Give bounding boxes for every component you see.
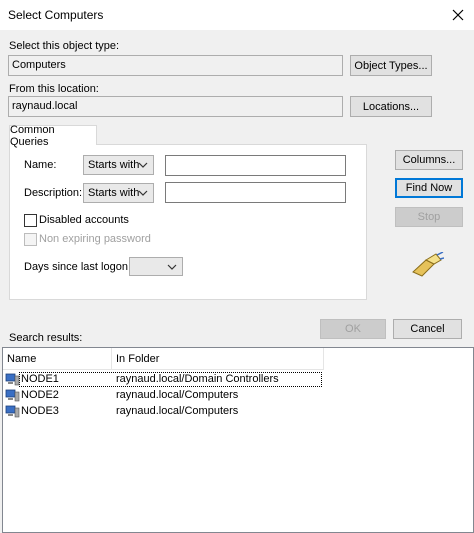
table-row[interactable]: NODE1 raynaud.local/Domain Controllers xyxy=(3,372,323,388)
computer-icon xyxy=(5,373,20,386)
days-since-logon-label: Days since last logon: xyxy=(24,261,131,273)
disabled-accounts-label: Disabled accounts xyxy=(39,214,129,226)
days-since-logon-select[interactable] xyxy=(129,257,183,276)
name-mode-select[interactable]: Starts with xyxy=(83,155,154,175)
description-mode-select[interactable]: Starts with xyxy=(83,183,154,203)
description-input[interactable] xyxy=(165,182,346,203)
object-types-button[interactable]: Object Types... xyxy=(350,55,432,76)
tab-common-queries[interactable]: Common Queries xyxy=(9,123,97,148)
tab-common-queries-label: Common Queries xyxy=(10,123,55,148)
columns-button[interactable]: Columns... xyxy=(395,150,463,170)
row-folder: raynaud.local/Computers xyxy=(116,405,239,417)
close-icon xyxy=(452,9,464,21)
disabled-accounts-checkbox[interactable] xyxy=(24,214,37,227)
column-header-in-folder[interactable]: In Folder xyxy=(112,348,324,370)
chevron-down-icon xyxy=(138,162,148,168)
row-name: NODE3 xyxy=(21,405,59,417)
find-now-button[interactable]: Find Now xyxy=(395,178,463,198)
computer-icon xyxy=(5,389,20,402)
locations-button[interactable]: Locations... xyxy=(350,96,432,117)
computer-icon xyxy=(5,405,20,418)
description-label: Description: xyxy=(24,187,83,199)
stop-button[interactable]: Stop xyxy=(395,207,463,227)
location-field: raynaud.local xyxy=(8,96,343,117)
cancel-button[interactable]: Cancel xyxy=(393,319,462,339)
common-queries-panel: Name: Starts with Description: Starts wi… xyxy=(9,144,367,300)
name-mode-value: Starts with xyxy=(88,159,140,171)
row-folder: raynaud.local/Domain Controllers xyxy=(116,373,279,385)
description-mode-value: Starts with xyxy=(88,187,140,199)
select-computers-dialog: Select Computers Select this object type… xyxy=(0,0,474,533)
table-row[interactable]: NODE2 raynaud.local/Computers xyxy=(3,388,323,404)
title-bar: Select Computers xyxy=(0,0,474,30)
non-expiring-password-label: Non expiring password xyxy=(39,233,151,245)
chevron-down-icon xyxy=(167,264,177,270)
search-results-label: Search results: xyxy=(9,332,83,344)
location-label: From this location: xyxy=(9,83,99,95)
ok-button[interactable]: OK xyxy=(320,319,386,339)
column-header-name[interactable]: Name xyxy=(3,348,112,370)
non-expiring-password-checkbox[interactable] xyxy=(24,233,37,246)
object-type-field: Computers xyxy=(8,55,343,76)
column-header-name-label: Name xyxy=(7,352,37,365)
name-input[interactable] xyxy=(165,155,346,176)
search-results-list[interactable]: Name In Folder NODE1 raynaud.local/Domai… xyxy=(2,347,474,533)
search-flashlight-icon xyxy=(412,252,444,277)
row-name: NODE1 xyxy=(21,373,59,385)
row-name: NODE2 xyxy=(21,389,59,401)
window-title: Select Computers xyxy=(8,8,104,22)
row-folder: raynaud.local/Computers xyxy=(116,389,239,401)
column-header-in-folder-label: In Folder xyxy=(116,352,160,365)
name-label: Name: xyxy=(24,159,57,171)
chevron-down-icon xyxy=(138,190,148,196)
close-button[interactable] xyxy=(444,3,472,27)
object-type-label: Select this object type: xyxy=(9,40,120,52)
table-row[interactable]: NODE3 raynaud.local/Computers xyxy=(3,404,323,420)
